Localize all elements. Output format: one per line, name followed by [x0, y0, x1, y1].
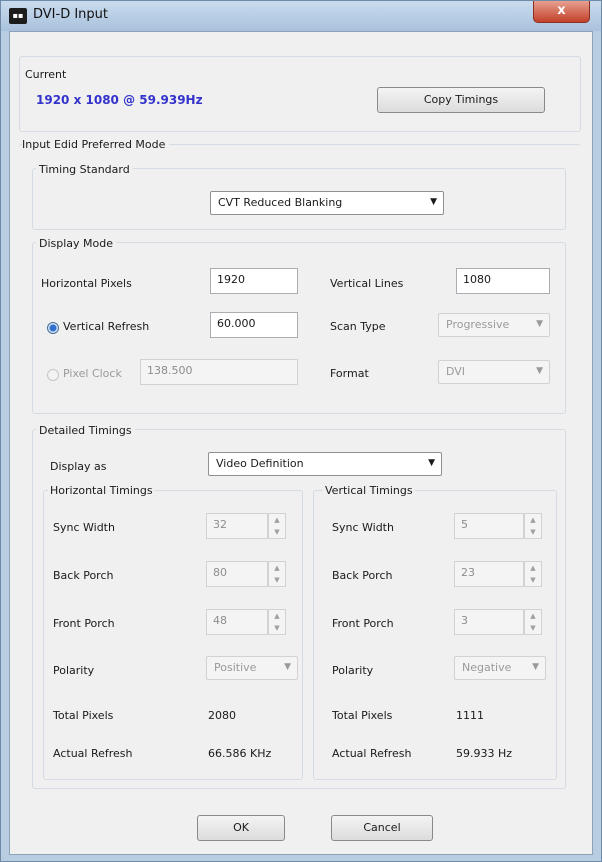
edid-section-label: Input Edid Preferred Mode [22, 138, 170, 151]
scan-type-label: Scan Type [330, 320, 386, 333]
cancel-button[interactable]: Cancel [331, 815, 433, 841]
detailed-timings-label: Detailed Timings [36, 424, 135, 437]
scan-type-dropdown[interactable]: Progressive ▼ [438, 313, 550, 337]
chevron-up-icon[interactable]: ▲ [269, 514, 285, 526]
h-polarity-label: Polarity [53, 664, 95, 677]
v-total-pixels-label: Total Pixels [332, 709, 393, 722]
v-polarity-value: Negative [462, 661, 512, 674]
current-mode-value: 1920 x 1080 @ 59.939Hz [36, 93, 203, 107]
v-actual-refresh-label: Actual Refresh [332, 747, 412, 760]
chevron-down-icon[interactable]: ▼ [525, 526, 541, 538]
v-front-porch-field[interactable]: 3 [454, 609, 524, 635]
h-back-porch-spinner[interactable]: ▲ ▼ [268, 561, 286, 587]
h-front-porch-field[interactable]: 48 [206, 609, 268, 635]
current-label: Current [25, 68, 67, 81]
format-value: DVI [446, 365, 466, 378]
copy-timings-button[interactable]: Copy Timings [377, 87, 545, 113]
v-front-porch-label: Front Porch [332, 617, 394, 630]
dialog-window: ▪▪ DVI-D Input x Current 1920 x 1080 @ 5… [0, 0, 602, 862]
chevron-down-icon[interactable]: ▼ [525, 574, 541, 586]
chevron-down-icon: ▼ [536, 319, 543, 329]
h-polarity-value: Positive [214, 661, 257, 674]
display-mode-label: Display Mode [36, 237, 117, 250]
chevron-down-icon: ▼ [430, 197, 437, 207]
vertical-lines-label: Vertical Lines [330, 277, 404, 290]
display-as-dropdown[interactable]: Video Definition ▼ [208, 452, 442, 476]
h-sync-width-label: Sync Width [53, 521, 115, 534]
h-actual-refresh-value: 66.586 KHz [208, 747, 272, 760]
h-front-porch-label: Front Porch [53, 617, 115, 630]
h-back-porch-label: Back Porch [53, 569, 114, 582]
app-icon: ▪▪ [9, 8, 27, 24]
chevron-down-icon: ▼ [536, 366, 543, 376]
chevron-down-icon: ▼ [428, 458, 435, 468]
display-as-value: Video Definition [216, 457, 304, 470]
timing-standard-label: Timing Standard [36, 163, 133, 176]
v-sync-width-spinner[interactable]: ▲ ▼ [524, 513, 542, 539]
window-title: DVI-D Input [33, 7, 109, 22]
vertical-refresh-radio[interactable] [47, 322, 59, 334]
h-total-pixels-label: Total Pixels [53, 709, 114, 722]
chevron-down-icon[interactable]: ▼ [269, 622, 285, 634]
chevron-down-icon[interactable]: ▼ [525, 622, 541, 634]
h-sync-width-field[interactable]: 32 [206, 513, 268, 539]
horizontal-pixels-label: Horizontal Pixels [41, 277, 132, 290]
h-sync-width-spinner[interactable]: ▲ ▼ [268, 513, 286, 539]
v-back-porch-spinner[interactable]: ▲ ▼ [524, 561, 542, 587]
ok-button[interactable]: OK [197, 815, 285, 841]
close-button[interactable]: x [533, 1, 590, 23]
display-as-label: Display as [50, 460, 107, 473]
h-polarity-dropdown[interactable]: Positive ▼ [206, 656, 298, 680]
vertical-timings-label: Vertical Timings [323, 484, 415, 497]
chevron-up-icon[interactable]: ▲ [269, 610, 285, 622]
v-polarity-label: Polarity [332, 664, 374, 677]
v-total-pixels-value: 1111 [456, 709, 484, 722]
v-sync-width-label: Sync Width [332, 521, 394, 534]
v-polarity-dropdown[interactable]: Negative ▼ [454, 656, 546, 680]
pixel-clock-field[interactable]: 138.500 [140, 359, 298, 385]
chevron-down-icon[interactable]: ▼ [269, 574, 285, 586]
vertical-refresh-label[interactable]: Vertical Refresh [63, 320, 149, 333]
h-actual-refresh-label: Actual Refresh [53, 747, 133, 760]
scan-type-value: Progressive [446, 318, 510, 331]
v-actual-refresh-value: 59.933 Hz [456, 747, 513, 760]
title-bar[interactable]: ▪▪ DVI-D Input x [1, 1, 601, 31]
dialog-body: Current 1920 x 1080 @ 59.939Hz Copy Timi… [9, 31, 593, 855]
chevron-up-icon[interactable]: ▲ [269, 562, 285, 574]
vertical-refresh-field[interactable]: 60.000 [210, 312, 298, 338]
format-label: Format [330, 367, 369, 380]
chevron-down-icon: ▼ [532, 662, 539, 672]
h-total-pixels-value: 2080 [208, 709, 236, 722]
v-back-porch-field[interactable]: 23 [454, 561, 524, 587]
horizontal-pixels-field[interactable]: 1920 [210, 268, 298, 294]
h-back-porch-field[interactable]: 80 [206, 561, 268, 587]
format-dropdown[interactable]: DVI ▼ [438, 360, 550, 384]
chevron-up-icon[interactable]: ▲ [525, 562, 541, 574]
chevron-up-icon[interactable]: ▲ [525, 610, 541, 622]
horizontal-timings-label: Horizontal Timings [48, 484, 155, 497]
timing-standard-value: CVT Reduced Blanking [218, 196, 343, 209]
chevron-down-icon: ▼ [284, 662, 291, 672]
v-sync-width-field[interactable]: 5 [454, 513, 524, 539]
pixel-clock-label[interactable]: Pixel Clock [63, 367, 122, 380]
v-back-porch-label: Back Porch [332, 569, 393, 582]
vertical-lines-field[interactable]: 1080 [456, 268, 550, 294]
h-front-porch-spinner[interactable]: ▲ ▼ [268, 609, 286, 635]
chevron-down-icon[interactable]: ▼ [269, 526, 285, 538]
timing-standard-dropdown[interactable]: CVT Reduced Blanking ▼ [210, 191, 444, 215]
chevron-up-icon[interactable]: ▲ [525, 514, 541, 526]
pixel-clock-radio[interactable] [47, 369, 59, 381]
v-front-porch-spinner[interactable]: ▲ ▼ [524, 609, 542, 635]
